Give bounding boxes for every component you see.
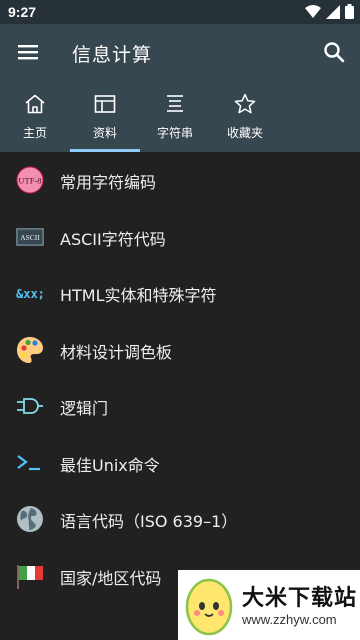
utf8-icon: UTF-8	[16, 166, 44, 194]
data-list: UTF-8 常用字符编码 ASCII ASCII字符代码 &xx; HTML实体…	[0, 152, 360, 604]
tab-home[interactable]: 主页	[0, 80, 70, 152]
tab-strings[interactable]: 字符串	[140, 80, 210, 152]
status-bar: 9:27	[0, 0, 360, 24]
page-title: 信息计算	[72, 44, 153, 66]
html-entity-icon: &xx;	[16, 287, 44, 301]
svg-text:UTF-8: UTF-8	[18, 176, 41, 186]
watermark: 大米下载站 www.zzhyw.com	[178, 570, 360, 640]
search-icon[interactable]	[320, 38, 348, 66]
tab-label: 字符串	[156, 126, 193, 140]
list-item-label: 材料设计调色板	[60, 342, 173, 362]
tab-bar: 主页 资料 字符串 收藏夹	[0, 80, 360, 152]
wifi-icon	[305, 4, 321, 18]
tab-label: 资料	[92, 126, 117, 140]
list-item-label: 常用字符编码	[60, 173, 157, 192]
list-item-palette[interactable]: 材料设计调色板	[0, 322, 360, 379]
list-item-label: ASCII字符代码	[60, 229, 166, 249]
italy-flag-icon	[17, 564, 43, 589]
logic-gate-icon	[17, 398, 43, 414]
globe-icon	[17, 506, 43, 532]
list-item-logic-gates[interactable]: 逻辑门	[0, 378, 360, 435]
ascii-icon: ASCII	[16, 227, 44, 246]
text-lines-icon	[167, 95, 183, 112]
list-item-label: 语言代码（ISO 639–1）	[60, 512, 238, 531]
tab-data[interactable]: 资料	[70, 80, 140, 152]
list-item-language-codes[interactable]: 语言代码（ISO 639–1）	[0, 491, 360, 548]
list-item-unix[interactable]: 最佳Unix命令	[0, 435, 360, 492]
palette-icon	[17, 336, 43, 363]
status-time: 9:27	[8, 4, 37, 20]
svg-text:ASCII: ASCII	[20, 233, 40, 242]
watermark-url: www.zzhyw.com	[242, 612, 337, 627]
tab-favorites[interactable]: 收藏夹	[210, 80, 280, 152]
home-icon	[25, 94, 45, 114]
menu-icon[interactable]	[14, 38, 42, 66]
svg-text:&xx;: &xx;	[16, 287, 44, 301]
tab-label: 主页	[22, 126, 47, 140]
table-icon	[94, 95, 116, 113]
egg-mascot-logo	[185, 578, 233, 636]
star-icon	[234, 93, 256, 114]
list-item-label: 逻辑门	[60, 399, 109, 418]
watermark-title: 大米下载站	[242, 586, 358, 611]
terminal-icon	[17, 454, 40, 470]
list-item-label: 最佳Unix命令	[60, 455, 160, 475]
list-item-label: 国家/地区代码	[60, 568, 162, 588]
list-item-encodings[interactable]: UTF-8 常用字符编码	[0, 152, 360, 209]
list-item-ascii[interactable]: ASCII ASCII字符代码	[0, 209, 360, 266]
signal-icon	[326, 4, 340, 19]
tab-label: 收藏夹	[226, 126, 263, 140]
list-item-label: HTML实体和特殊字符	[60, 286, 217, 305]
battery-icon	[345, 4, 354, 19]
list-item-html-entities[interactable]: &xx; HTML实体和特殊字符	[0, 265, 360, 322]
app-bar: 信息计算	[0, 24, 360, 80]
